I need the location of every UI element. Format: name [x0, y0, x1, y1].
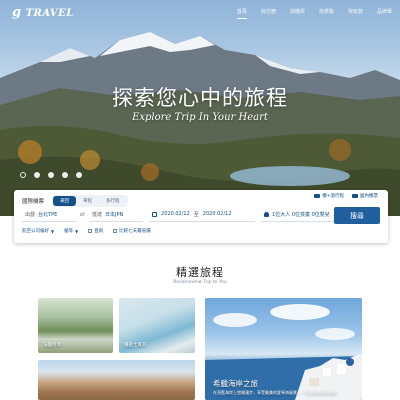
- trip-card-greece-featured[interactable]: 希臘海岸之旅 在湛藍海岸上悠閒漫步，享受最美的愛琴海風景，一生必去的夢幻景點: [205, 298, 362, 400]
- search-options: 航空公司偏好 ▼ 艙等 ▼ 直飛 比較七天最低價: [22, 228, 161, 235]
- nav-item-flights[interactable]: 找機票: [290, 7, 305, 19]
- flexible-dates-label: 比較七天最低價: [119, 229, 151, 234]
- panel-links: 機+酒行程 國內機票: [306, 193, 378, 199]
- origin-label: 出發: [25, 211, 36, 218]
- section-subtitle: Recommend Trip to You: [173, 280, 227, 285]
- logo-mark: g: [12, 5, 22, 20]
- nav-item-stay[interactable]: 找住宿: [261, 7, 276, 19]
- domestic-flights-link[interactable]: 國內機票: [352, 193, 378, 199]
- hero-banner: g TRAVEL 首頁 找住宿 找機票 找景點 常玩旅 品牌專 探索您心中的旅程…: [0, 0, 400, 216]
- carousel-dot-3[interactable]: [48, 172, 54, 178]
- depart-date: 2020.02/12: [161, 211, 190, 217]
- nav-item-home[interactable]: 首頁: [236, 7, 247, 19]
- trip-card-france[interactable]: 法國河岸: [38, 298, 113, 353]
- main-nav: 首頁 找住宿 找機票 找景點 常玩旅 品牌專: [223, 7, 392, 19]
- hero-title: 探索您心中的旅程: [112, 86, 288, 110]
- carousel-dot-5[interactable]: [76, 172, 82, 178]
- domestic-flights-label: 國內機票: [360, 194, 378, 199]
- destination-value: 日本JPN: [105, 211, 124, 218]
- search-button[interactable]: 搜尋: [334, 207, 380, 224]
- flexible-dates-checkbox[interactable]: 比較七天最低價: [113, 228, 151, 234]
- logo-text: TRAVEL: [25, 8, 74, 19]
- top-navigation-bar: g TRAVEL 首頁 找住宿 找機票 找景點 常玩旅 品牌專: [0, 0, 400, 22]
- checkbox-icon: [88, 229, 93, 233]
- carousel-dot-1[interactable]: [20, 172, 26, 178]
- carousel-dot-2[interactable]: [34, 172, 40, 178]
- swap-arrows-icon[interactable]: ⇄: [80, 211, 85, 218]
- search-row: 出發 台北TPE ⇄ 抵達 日本JPN 2020.02/12 至 2020.02…: [22, 207, 380, 224]
- section-title: 精選旅程: [176, 266, 224, 279]
- panel-header: 國際機票 來回 單程 多行程: [22, 195, 128, 207]
- chevron-down-icon: ▼: [51, 228, 55, 234]
- destination-label: 抵達: [92, 211, 103, 218]
- hero-subtitle: Explore Trip In Your Heart: [132, 112, 268, 123]
- direct-flight-checkbox[interactable]: 直飛: [88, 228, 103, 234]
- direct-flight-label: 直飛: [94, 229, 104, 234]
- featured-trip-title: 希臘海岸之旅: [213, 379, 258, 388]
- featured-trip-description: 在湛藍海岸上悠閒漫步，享受最美的愛琴海風景，一生必去的夢幻景點: [213, 390, 337, 395]
- airline-preference-select[interactable]: 航空公司偏好 ▼: [22, 228, 55, 235]
- airline-preference-label: 航空公司偏好: [22, 229, 49, 234]
- tab-round-trip[interactable]: 來回: [53, 196, 77, 206]
- trip-card-turkey[interactable]: 優遊土耳其: [119, 298, 195, 353]
- trip-card-coastal-town[interactable]: [38, 360, 195, 400]
- return-date: 2020.02/12: [202, 211, 232, 217]
- passenger-count: 1位大人 0位孩童 0位嬰兒: [272, 211, 330, 218]
- nav-item-attractions[interactable]: 找景點: [319, 7, 334, 19]
- calendar-icon: [152, 211, 158, 217]
- carousel-dot-4[interactable]: [62, 172, 68, 178]
- trip-card-caption: 法國河岸: [43, 343, 61, 348]
- flight-hotel-link[interactable]: 機+酒行程: [314, 193, 344, 199]
- suitcase-icon: [314, 194, 321, 198]
- site-logo[interactable]: g TRAVEL: [12, 5, 74, 20]
- person-icon: [264, 211, 270, 217]
- flight-search-panel: 國際機票 來回 單程 多行程 機+酒行程 國內機票 出發 台北TPE ⇄ 抵達 …: [14, 190, 388, 243]
- origin-field[interactable]: 出發 台北TPE: [22, 207, 76, 222]
- date-range-field[interactable]: 2020.02/12 至 2020.02/12: [149, 207, 256, 222]
- cabin-class-label: 艙等: [64, 229, 74, 234]
- trip-type-tabs: 來回 單程 多行程: [52, 195, 128, 207]
- tab-one-way[interactable]: 單程: [76, 196, 99, 206]
- trip-card-caption: 優遊土耳其: [124, 343, 147, 348]
- nav-item-trips[interactable]: 常玩旅: [348, 7, 363, 19]
- carousel-dots: [20, 172, 90, 178]
- destination-field[interactable]: 抵達 日本JPN: [89, 207, 144, 222]
- cabin-class-select[interactable]: 艙等 ▼: [64, 228, 79, 235]
- tab-multi-city[interactable]: 多行程: [99, 196, 127, 206]
- date-separator: 至: [193, 211, 199, 218]
- panel-title: 國際機票: [22, 199, 45, 205]
- chevron-down-icon: ▼: [75, 228, 79, 234]
- origin-value: 台北TPE: [38, 211, 58, 218]
- checkbox-icon: [113, 229, 118, 233]
- plane-icon: [352, 194, 358, 198]
- flight-hotel-label: 機+酒行程: [322, 194, 344, 199]
- nav-item-brand[interactable]: 品牌專: [377, 7, 392, 19]
